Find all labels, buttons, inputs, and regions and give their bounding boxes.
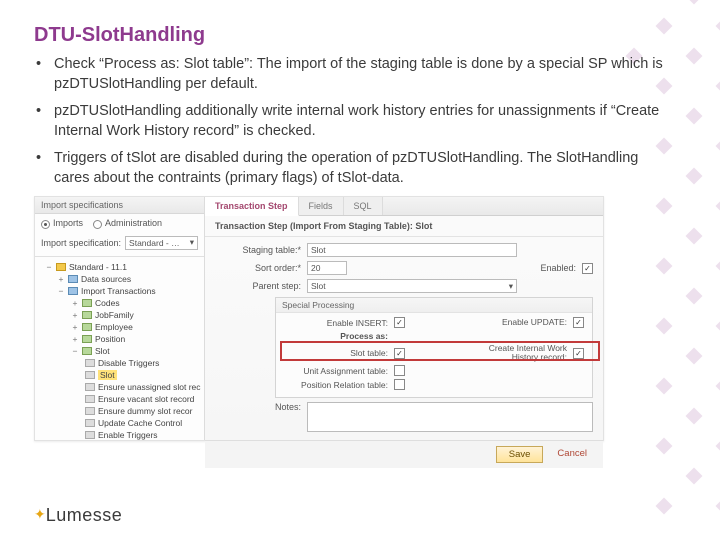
cancel-link[interactable]: Cancel [553, 446, 591, 463]
import-spec-pane: Import specifications Imports Administra… [35, 197, 205, 440]
notes-textarea[interactable] [307, 402, 593, 432]
tab-transaction-step[interactable]: Transaction Step [205, 197, 299, 216]
tree-child[interactable]: Enable Triggers [37, 429, 202, 441]
unit-label: Unit Assignment table: [284, 366, 394, 376]
pos-checkbox[interactable] [394, 379, 405, 390]
tree-label: Ensure vacant slot record [98, 394, 194, 404]
parent-select[interactable]: Slot ▾ [307, 279, 517, 293]
tab-fields[interactable]: Fields [299, 197, 344, 215]
tree-label: Slot [95, 346, 110, 356]
spec-label: Import specification: [41, 238, 121, 248]
tree-item[interactable]: +JobFamily [37, 309, 202, 321]
tab-bar: Transaction Step Fields SQL [205, 197, 603, 216]
tree-root[interactable]: −Standard - 11.1 [37, 261, 202, 273]
tree-label: Ensure dummy slot recor [98, 406, 192, 416]
tree-label: Data sources [81, 274, 131, 284]
bullet-item: Triggers of tSlot are disabled during th… [54, 149, 666, 188]
button-bar: Save Cancel [205, 440, 603, 468]
tree-import-trans[interactable]: −Import Transactions [37, 285, 202, 297]
tree-label: Slot [98, 370, 117, 380]
tree-label: Ensure unassigned slot rec [98, 382, 201, 392]
unit-checkbox[interactable] [394, 365, 405, 376]
slot-table-checkbox[interactable] [394, 348, 405, 359]
tree-root-label: Standard - 11.1 [69, 262, 127, 272]
staging-input[interactable]: Slot [307, 243, 517, 257]
spec-tree: −Standard - 11.1 +Data sources −Import T… [35, 257, 204, 441]
spark-icon: ✦ [34, 506, 46, 522]
slot-table-label: Slot table: [284, 348, 394, 358]
imports-radio[interactable]: Imports [41, 218, 83, 228]
admin-radio-label: Administration [105, 218, 162, 228]
chevron-down-icon: ▾ [509, 281, 513, 292]
enabled-checkbox[interactable] [582, 263, 593, 274]
radio-row: Imports Administration [35, 214, 204, 232]
detail-subheader: Transaction Step (Import From Staging Ta… [205, 216, 603, 237]
update-label: Enable UPDATE: [458, 318, 573, 327]
tree-item[interactable]: +Employee [37, 321, 202, 333]
bullet-item: Check “Process as: Slot table”: The impo… [54, 55, 666, 94]
spec-select-value: Standard - … [129, 238, 180, 248]
page-title: DTU-SlotHandling [0, 0, 720, 55]
tree-label: Position [95, 334, 125, 344]
insert-label: Enable INSERT: [284, 318, 394, 328]
tree-child-selected[interactable]: Slot [37, 369, 202, 381]
sort-input[interactable]: 20 [307, 261, 347, 275]
staging-label: Staging table:* [215, 245, 307, 255]
pane-header: Import specifications [35, 197, 204, 214]
detail-pane: Transaction Step Fields SQL Transaction … [205, 197, 603, 440]
insert-checkbox[interactable] [394, 317, 405, 328]
tree-label: Employee [95, 322, 133, 332]
tree-item[interactable]: +Codes [37, 297, 202, 309]
special-processing-group: Special Processing Enable INSERT: Enable… [275, 297, 593, 398]
spec-select[interactable]: Standard - … ▾ [125, 236, 198, 250]
tree-item-slot[interactable]: −Slot [37, 345, 202, 357]
tree-item[interactable]: +Position [37, 333, 202, 345]
tree-child[interactable]: Update Cache Control [37, 417, 202, 429]
tree-label: Update Cache Control [98, 418, 182, 428]
tree-label: Import Transactions [81, 286, 156, 296]
tab-sql[interactable]: SQL [344, 197, 383, 215]
tree-child[interactable]: Disable Triggers [37, 357, 202, 369]
screenshot-panel: Import specifications Imports Administra… [34, 196, 604, 441]
history-checkbox[interactable] [573, 348, 584, 359]
history-label: Create Internal Work History record: [458, 344, 573, 362]
admin-radio[interactable]: Administration [93, 218, 162, 228]
process-as-label: Process as: [284, 331, 394, 341]
tree-child[interactable]: Ensure vacant slot record [37, 393, 202, 405]
brand-name: Lumesse [46, 505, 123, 525]
staging-value: Slot [311, 245, 326, 255]
tree-child[interactable]: Ensure dummy slot recor [37, 405, 202, 417]
sort-label: Sort order:* [215, 263, 307, 273]
imports-radio-label: Imports [53, 218, 83, 228]
tree-data-sources[interactable]: +Data sources [37, 273, 202, 285]
notes-label: Notes: [215, 402, 307, 412]
tree-label: Enable Triggers [98, 430, 158, 440]
update-checkbox[interactable] [573, 317, 584, 328]
tree-label: Disable Triggers [98, 358, 159, 368]
tree-child[interactable]: Ensure unassigned slot rec [37, 381, 202, 393]
bullet-list: Check “Process as: Slot table”: The impo… [0, 55, 720, 188]
save-button[interactable]: Save [496, 446, 544, 463]
parent-label: Parent step: [215, 281, 307, 291]
brand-logo: ✦Lumesse [34, 505, 122, 526]
sort-value: 20 [311, 263, 320, 273]
pos-label: Position Relation table: [284, 380, 394, 390]
parent-value: Slot [311, 281, 326, 291]
enabled-label: Enabled: [462, 263, 582, 273]
tree-label: JobFamily [95, 310, 134, 320]
detail-form: Staging table:* Slot Sort order:* 20 Ena… [205, 237, 603, 440]
tree-label: Codes [95, 298, 120, 308]
bullet-item: pzDTUSlotHandling additionally write int… [54, 102, 666, 141]
chevron-down-icon: ▾ [190, 237, 194, 248]
group-header: Special Processing [276, 298, 592, 313]
